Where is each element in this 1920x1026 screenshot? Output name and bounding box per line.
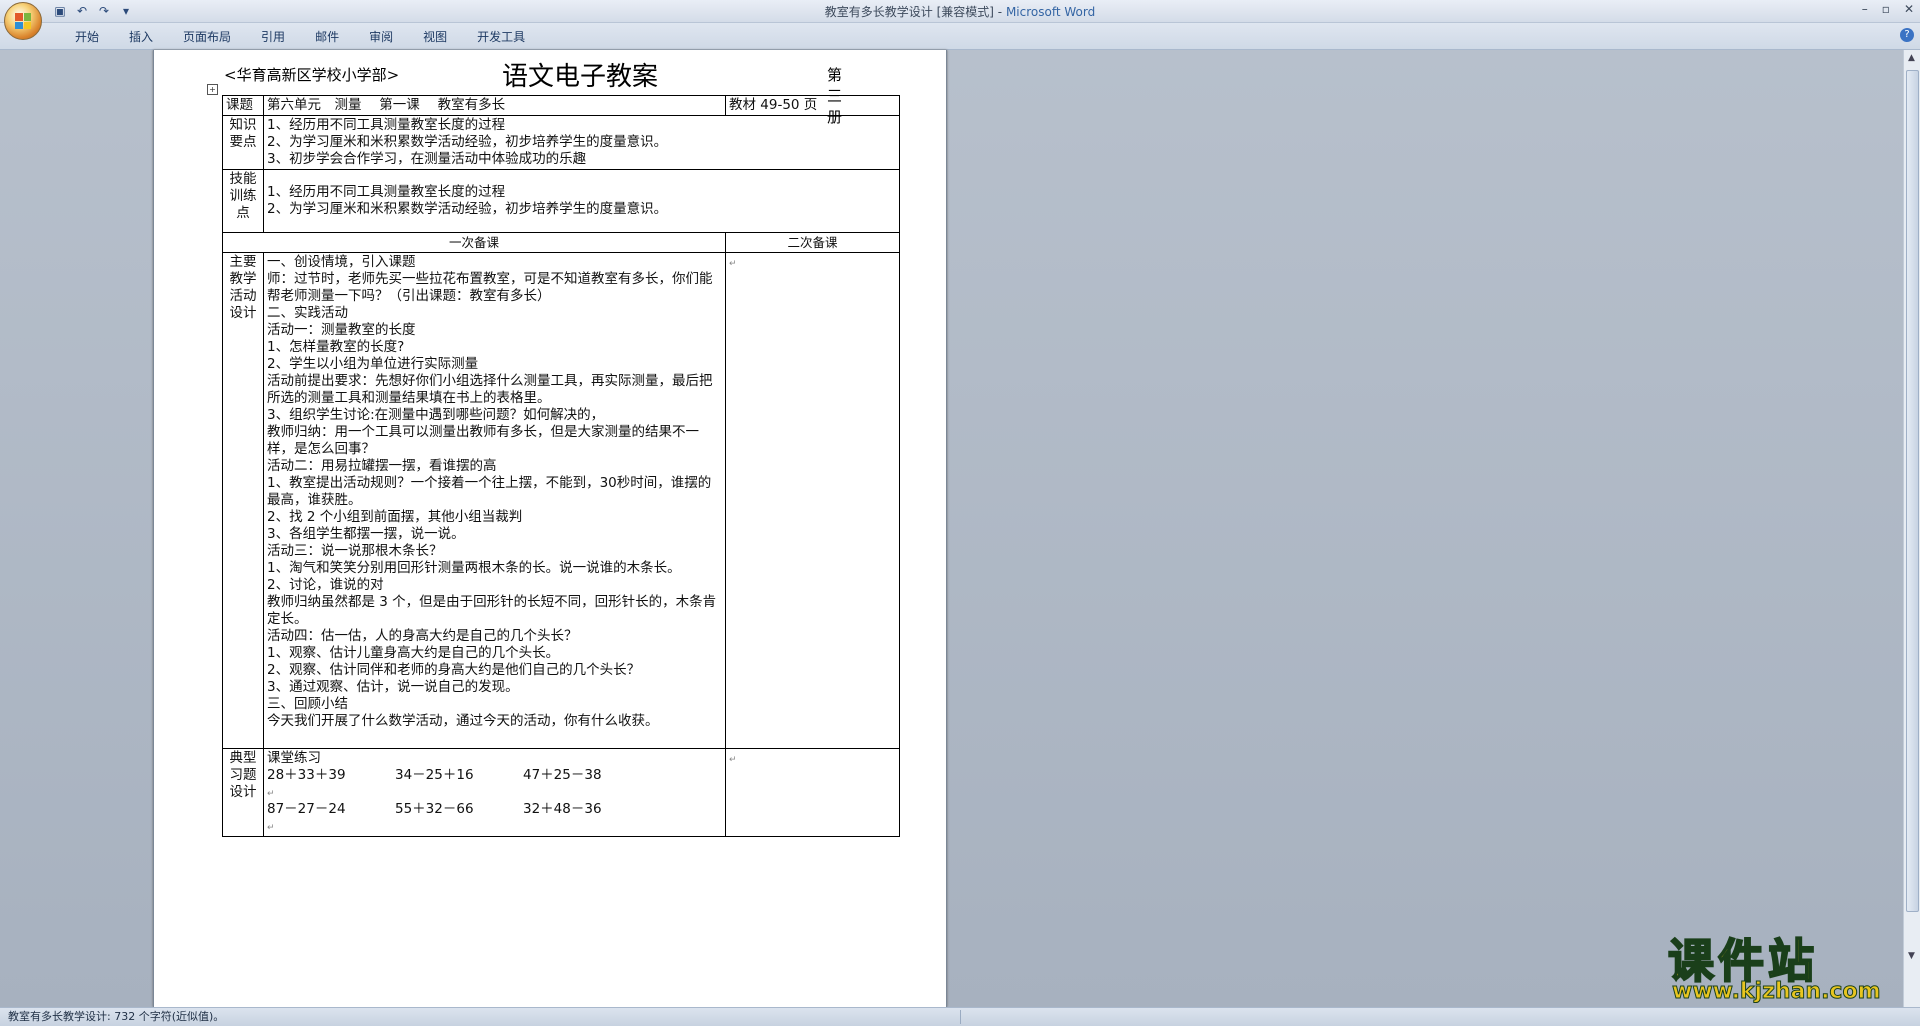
material-pages: 教材 49-50 页 [725, 95, 900, 116]
list-item: 一、创设情境，引入课题 [267, 254, 416, 270]
list-item: 活动前提出要求：先想好你们小组选择什么测量工具，再实际测量，最后把所选的测量工具… [267, 373, 713, 406]
exercise-item: 32＋48－36 [523, 801, 602, 817]
close-icon[interactable]: ✕ [1904, 2, 1914, 16]
list-item: 2、为学习厘米和米积累数学活动经验，初步培养学生的度量意识。 [267, 134, 668, 150]
list-item: 师：过节时，老师先买一些拉花布置教室，可是不知道教室有多长，你们能帮老师测量一下… [267, 271, 713, 304]
lesson-plan-table: 课题 第六单元 测量 第一课 教室有多长 教材 49-50 页 知识要点 1、经… [222, 95, 900, 837]
list-item: 3、各组学生都摆一摆，说一说。 [267, 526, 465, 542]
list-item: 1、经历用不同工具测量教室长度的过程 [267, 117, 506, 133]
exercise-row: 28＋33＋39 34－25＋16 47＋25－38 [267, 767, 722, 784]
list-item: 1、经历用不同工具测量教室长度的过程 [267, 184, 506, 200]
first-prep-header: 一次备课 [222, 232, 726, 253]
list-item: 3、初步学会合作学习，在测量活动中体验成功的乐趣 [267, 151, 587, 167]
list-item: 活动一：测量教室的长度 [267, 322, 416, 338]
tab-view[interactable]: 视图 [408, 28, 462, 45]
table-row: 典型习题设计 课堂练习 28＋33＋39 34－25＋16 47＋25－38 ↵… [222, 748, 900, 837]
table-move-handle-icon[interactable]: + [207, 84, 218, 95]
second-prep-cell[interactable]: ↵ [725, 252, 900, 749]
office-button[interactable] [4, 2, 42, 40]
scroll-thumb[interactable] [1906, 70, 1919, 912]
list-item: 2、学生以小组为单位进行实际测量 [267, 356, 479, 372]
list-item: 1、观察、估计儿童身高大约是自己的几个头长。 [267, 645, 560, 661]
exercise-content: 课堂练习 28＋33＋39 34－25＋16 47＋25－38 ↵ 87－27－… [263, 748, 726, 837]
tab-developer[interactable]: 开发工具 [462, 28, 540, 45]
second-prep-exercise-cell[interactable]: ↵ [725, 748, 900, 837]
document-header: <华育高新区学校小学部> 语文电子教案 第 三 册 [224, 56, 864, 126]
list-item: 2、讨论，谁说的对 [267, 577, 384, 593]
vertical-scrollbar[interactable]: ▲ ▼ [1903, 50, 1920, 1007]
status-bar: 教室有多长教学设计: 732 个字符(近似值)。 [0, 1007, 1920, 1026]
list-item: 1、教室提出活动规则？一个接着一个往上摆，不能到，30秒时间，谁摆的最高，谁获胜… [267, 475, 712, 508]
list-item: 教师归纳：用一个工具可以测量出教师有多长，但是大家测量的结果不一样，是怎么回事？ [267, 424, 699, 457]
list-item: 活动三：说一说那根木条长？ [267, 543, 443, 559]
window-title: 教室有多长教学设计 [兼容模式] - Microsoft Word [824, 5, 1096, 19]
list-item: 活动四：估一估，人的身高大约是自己的几个头长？ [267, 628, 578, 644]
exercise-item: 47＋25－38 [523, 767, 602, 783]
ribbon-tabs: 开始 插入 页面布局 引用 邮件 审阅 视图 开发工具 [60, 28, 540, 45]
list-item: 3、通过观察、估计，说一说自己的发现。 [267, 679, 519, 695]
knowledge-points: 1、经历用不同工具测量教室长度的过程 2、为学习厘米和米积累数学活动经验，初步培… [263, 115, 900, 170]
exercise-item: 34－25＋16 [395, 767, 474, 783]
app-name: Microsoft Word [1005, 5, 1096, 19]
table-row: 技能训练点 1、经历用不同工具测量教室长度的过程 2、为学习厘米和米积累数学活动… [222, 169, 900, 233]
exercise-item: 55＋32－66 [395, 801, 474, 817]
document-area: <华育高新区学校小学部> 语文电子教案 第 三 册 + 课题 第六单元 测量 第… [0, 50, 1904, 1007]
school-name: <华育高新区学校小学部> [224, 66, 400, 84]
title-bar: ▣ ↶ ↷ ▾ 教室有多长教学设计 [兼容模式] - Microsoft Wor… [0, 0, 1920, 23]
table-row: 课题 第六单元 测量 第一课 教室有多长 教材 49-50 页 [222, 95, 900, 116]
tab-mailings[interactable]: 邮件 [300, 28, 354, 45]
topic-value: 第六单元 测量 第一课 教室有多长 [263, 95, 726, 116]
watermark-logo: 课件站 www.kjzhan.com [1667, 925, 1898, 1005]
help-icon[interactable]: ? [1900, 28, 1914, 42]
list-item: 二、实践活动 [267, 305, 348, 321]
ribbon: 开始 插入 页面布局 引用 邮件 审阅 视图 开发工具 ? [0, 23, 1920, 50]
table-row: 一次备课 二次备课 [222, 232, 900, 253]
doc-title: 语文电子教案 [502, 62, 659, 92]
knowledge-label: 知识要点 [222, 115, 264, 170]
maximize-icon[interactable]: ▫ [1882, 2, 1890, 16]
table-row: 主要教学活动设计 一、创设情境，引入课题 师：过节时，老师先买一些拉花布置教室，… [222, 252, 900, 749]
office-logo-icon [15, 13, 31, 29]
list-item: 教师归纳虽然都是 3 个，但是由于回形针的长短不同，回形针长的，木条肯定长。 [267, 594, 717, 627]
minimize-icon[interactable]: – [1862, 2, 1868, 16]
skill-points: 1、经历用不同工具测量教室长度的过程 2、为学习厘米和米积累数学活动经验，初步培… [263, 169, 900, 233]
tab-page-layout[interactable]: 页面布局 [168, 28, 246, 45]
list-item: 3、组织学生讨论:在测量中遇到哪些问题？如何解决的， [267, 407, 605, 423]
status-divider [960, 1010, 961, 1024]
list-item: 活动二：用易拉罐摆一摆，看谁摆的高 [267, 458, 497, 474]
main-activity-content: 一、创设情境，引入课题 师：过节时，老师先买一些拉花布置教室，可是不知道教室有多… [263, 252, 726, 749]
main-activity-label: 主要教学活动设计 [222, 252, 264, 749]
document-page[interactable]: <华育高新区学校小学部> 语文电子教案 第 三 册 + 课题 第六单元 测量 第… [153, 50, 947, 1007]
tab-home[interactable]: 开始 [60, 28, 114, 45]
list-item: 三、回顾小结 [267, 696, 348, 712]
second-prep-header: 二次备课 [725, 232, 900, 253]
scroll-up-icon[interactable]: ▲ [1905, 52, 1918, 64]
list-item: 2、观察、估计同伴和老师的身高大约是他们自己的几个头长？ [267, 662, 641, 678]
list-item: 1、怎样量教室的长度? [267, 339, 405, 355]
tab-references[interactable]: 引用 [246, 28, 300, 45]
topic-label: 课题 [222, 95, 264, 116]
scroll-down-icon[interactable]: ▼ [1905, 950, 1918, 962]
word-count[interactable]: 教室有多长教学设计: 732 个字符(近似值)。 [0, 1010, 224, 1023]
window-controls: – ▫ ✕ [1862, 2, 1914, 16]
list-item: 1、淘气和笑笑分别用回形针测量两根木条的长。说一说谁的木条长。 [267, 560, 681, 576]
document-title: 教室有多长教学设计 [兼容模式] [824, 5, 994, 19]
skill-label: 技能训练点 [222, 169, 264, 233]
tab-insert[interactable]: 插入 [114, 28, 168, 45]
exercise-label: 典型习题设计 [222, 748, 264, 837]
exercise-row: 87－27－24 55＋32－66 32＋48－36 [267, 801, 722, 818]
table-row: 知识要点 1、经历用不同工具测量教室长度的过程 2、为学习厘米和米积累数学活动经… [222, 115, 900, 170]
exercise-title: 课堂练习 [267, 750, 321, 766]
list-item: 2、找 2 个小组到前面摆，其他小组当裁判 [267, 509, 523, 525]
exercise-item: 87－27－24 [267, 801, 346, 817]
list-item: 2、为学习厘米和米积累数学活动经验，初步培养学生的度量意识。 [267, 201, 668, 217]
tab-review[interactable]: 审阅 [354, 28, 408, 45]
exercise-item: 28＋33＋39 [267, 767, 346, 783]
watermark-url: www.kjzhan.com [1672, 979, 1882, 1005]
list-item: 今天我们开展了什么数学活动，通过今天的活动，你有什么收获。 [267, 713, 659, 729]
